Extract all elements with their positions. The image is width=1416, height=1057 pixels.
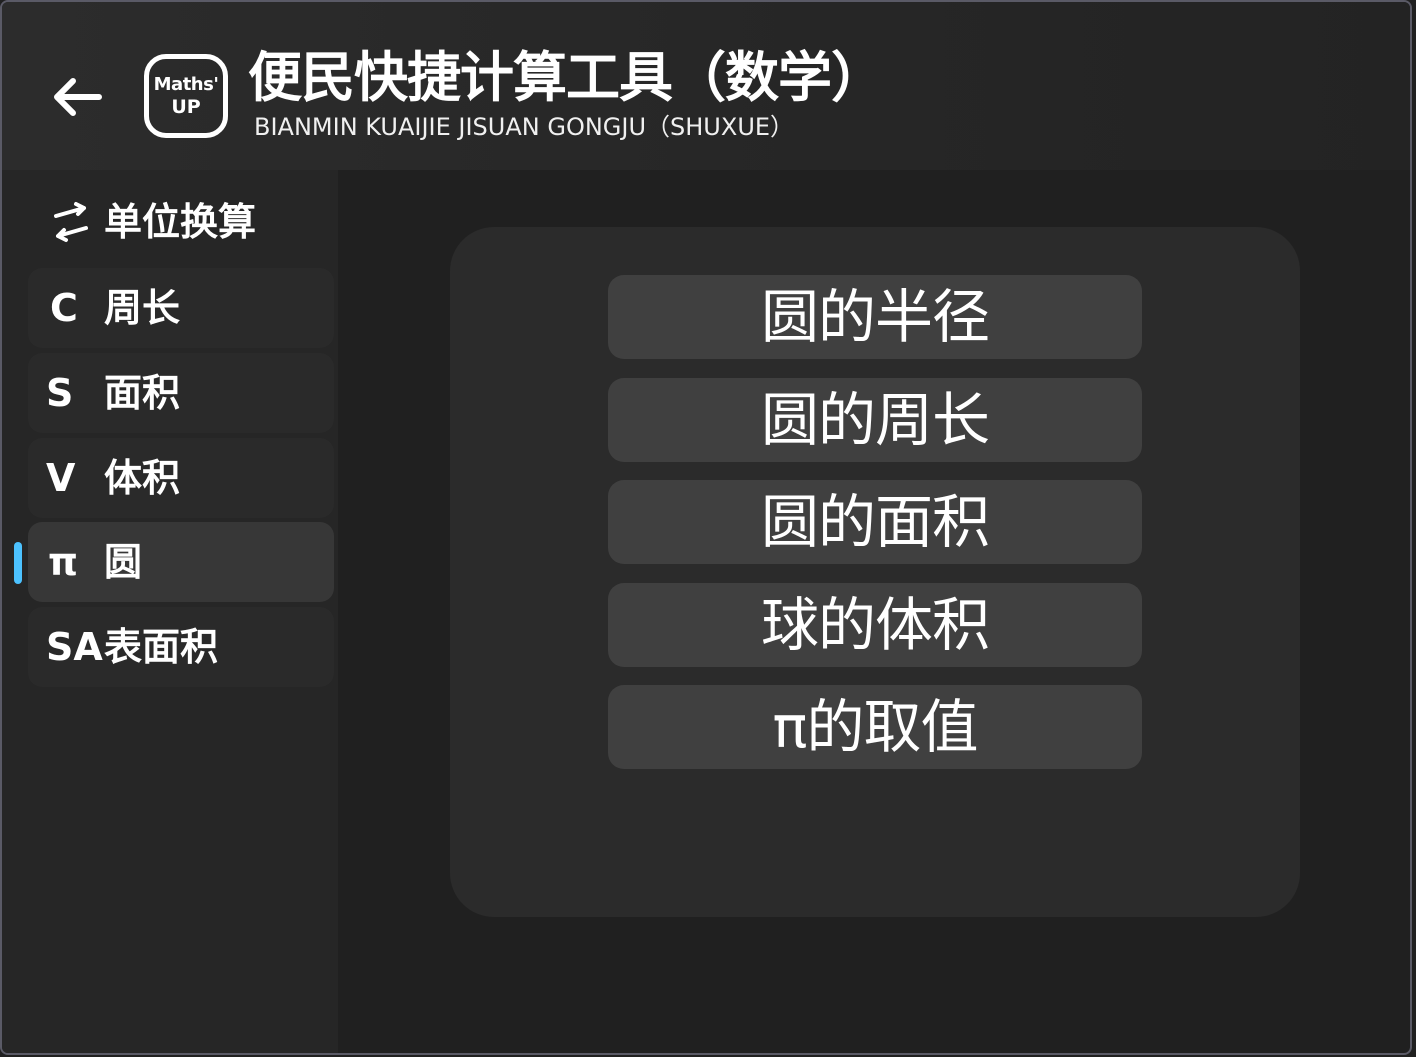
back-button[interactable] xyxy=(42,62,112,132)
pi-icon: π xyxy=(48,540,79,584)
app-subtitle: BIANMIN KUAIJIE JISUAN GONGJU（SHUXUE） xyxy=(254,113,795,141)
area-icon: S xyxy=(46,371,74,415)
sidebar-item-label: 表面积 xyxy=(104,625,219,669)
options-card: 圆的半径 圆的周长 圆的面积 球的体积 π的取值 xyxy=(450,227,1300,917)
logo-line-2: UP xyxy=(171,96,201,118)
selection-indicator xyxy=(14,542,22,584)
sidebar: 单位换算 C 周长 S 面积 V 体积 π 圆 SA 表面积 xyxy=(2,170,338,1053)
sidebar-item-circle[interactable]: π 圆 xyxy=(14,522,334,602)
button-label: 球的体积 xyxy=(760,591,990,659)
sidebar-item-label: 单位换算 xyxy=(104,200,257,244)
button-label: 圆的面积 xyxy=(760,488,990,556)
app-title: 便民快捷计算工具（数学） xyxy=(248,46,885,109)
surface-area-icon: SA xyxy=(46,625,103,669)
sidebar-item-label: 圆 xyxy=(104,540,143,584)
app-logo: Maths' UP xyxy=(144,54,228,138)
button-label: 圆的周长 xyxy=(760,386,990,454)
button-label: 圆的半径 xyxy=(760,283,990,351)
app-window: Maths' UP 便民快捷计算工具（数学） BIANMIN KUAIJIE J… xyxy=(0,0,1412,1055)
circle-circumference-button[interactable]: 圆的周长 xyxy=(608,378,1142,462)
sidebar-item-volume[interactable]: V 体积 xyxy=(28,438,334,518)
circle-radius-button[interactable]: 圆的半径 xyxy=(608,275,1142,359)
pi-value-button[interactable]: π的取值 xyxy=(608,685,1142,769)
sidebar-item-unit-conversion[interactable]: 单位换算 xyxy=(28,182,334,262)
volume-icon: V xyxy=(46,456,76,500)
sidebar-item-label: 面积 xyxy=(104,371,181,415)
button-label: π的取值 xyxy=(772,693,979,761)
header: Maths' UP 便民快捷计算工具（数学） BIANMIN KUAIJIE J… xyxy=(2,2,1410,170)
sidebar-item-label: 体积 xyxy=(104,456,181,500)
circle-area-button[interactable]: 圆的面积 xyxy=(608,480,1142,564)
sidebar-item-label: 周长 xyxy=(104,286,181,330)
logo-line-1: Maths' xyxy=(153,74,219,95)
sphere-volume-button[interactable]: 球的体积 xyxy=(608,583,1142,667)
sidebar-item-perimeter[interactable]: C 周长 xyxy=(28,268,334,348)
arrow-left-icon xyxy=(54,78,102,116)
sidebar-item-area[interactable]: S 面积 xyxy=(28,353,334,433)
sidebar-item-surface-area[interactable]: SA 表面积 xyxy=(28,607,334,687)
perimeter-icon: C xyxy=(50,286,78,330)
